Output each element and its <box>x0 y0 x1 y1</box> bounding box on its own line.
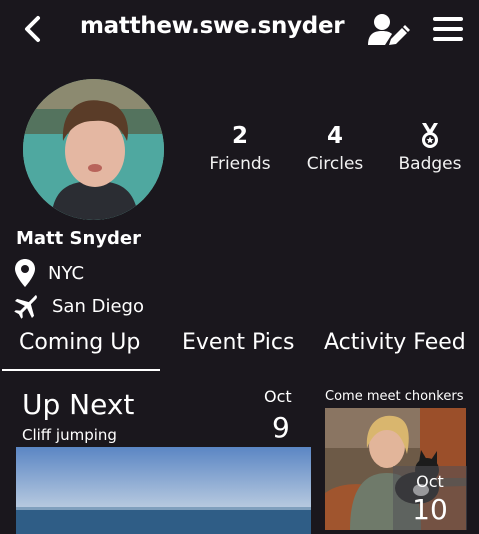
back-button[interactable] <box>22 14 44 44</box>
avatar-photo <box>23 79 164 220</box>
badges-icon-wrap <box>385 122 475 150</box>
side-event-day: 10 <box>412 493 448 526</box>
active-tab-indicator <box>2 369 160 371</box>
home-location-label: NYC <box>48 262 85 284</box>
friends-label: Friends <box>209 154 271 174</box>
side-event-date-badge: Oct 10 <box>393 466 467 530</box>
airplane-icon <box>14 295 37 319</box>
side-event-month: Oct <box>416 472 444 491</box>
tab-event-pics[interactable]: Event Pics <box>182 330 294 355</box>
up-next-month: Oct <box>264 387 292 406</box>
home-location: NYC <box>14 258 84 288</box>
chevron-left-icon <box>25 16 40 42</box>
tab-coming-up[interactable]: Coming Up <box>19 330 140 355</box>
badges-stat[interactable]: Badges <box>385 122 475 174</box>
side-event-title: Come meet chonkers <box>325 389 464 404</box>
travel-destination-label: San Diego <box>52 295 144 317</box>
menu-button[interactable] <box>433 16 463 42</box>
up-next-event-name: Cliff jumping <box>22 426 117 444</box>
circles-stat[interactable]: 4 Circles <box>290 122 380 174</box>
friends-count: 2 <box>231 123 248 149</box>
badges-label: Badges <box>398 154 462 174</box>
medal-icon <box>422 123 438 148</box>
up-next-day: 9 <box>272 411 290 444</box>
ocean-photo <box>16 447 311 534</box>
up-next-title: Up Next <box>22 388 135 421</box>
travel-destination: San Diego <box>14 292 144 320</box>
friends-stat[interactable]: 2 Friends <box>195 122 285 174</box>
profile-username: matthew.swe.snyder <box>80 13 345 39</box>
circles-label: Circles <box>306 154 364 174</box>
profile-tabs: Coming Up Event Pics Activity Feed <box>0 330 479 371</box>
avatar[interactable] <box>23 79 164 220</box>
tab-activity-feed[interactable]: Activity Feed <box>324 330 466 355</box>
hamburger-menu-icon <box>433 17 463 41</box>
circles-count: 4 <box>326 123 343 149</box>
map-pin-icon <box>15 259 35 287</box>
profile-full-name: Matt Snyder <box>16 228 142 249</box>
user-edit-icon <box>368 14 410 45</box>
edit-profile-button[interactable] <box>368 12 410 48</box>
up-next-event-image[interactable] <box>16 447 311 534</box>
profile-screen: matthew.swe.snyder 2 Friends 4 Circles B… <box>0 0 479 534</box>
